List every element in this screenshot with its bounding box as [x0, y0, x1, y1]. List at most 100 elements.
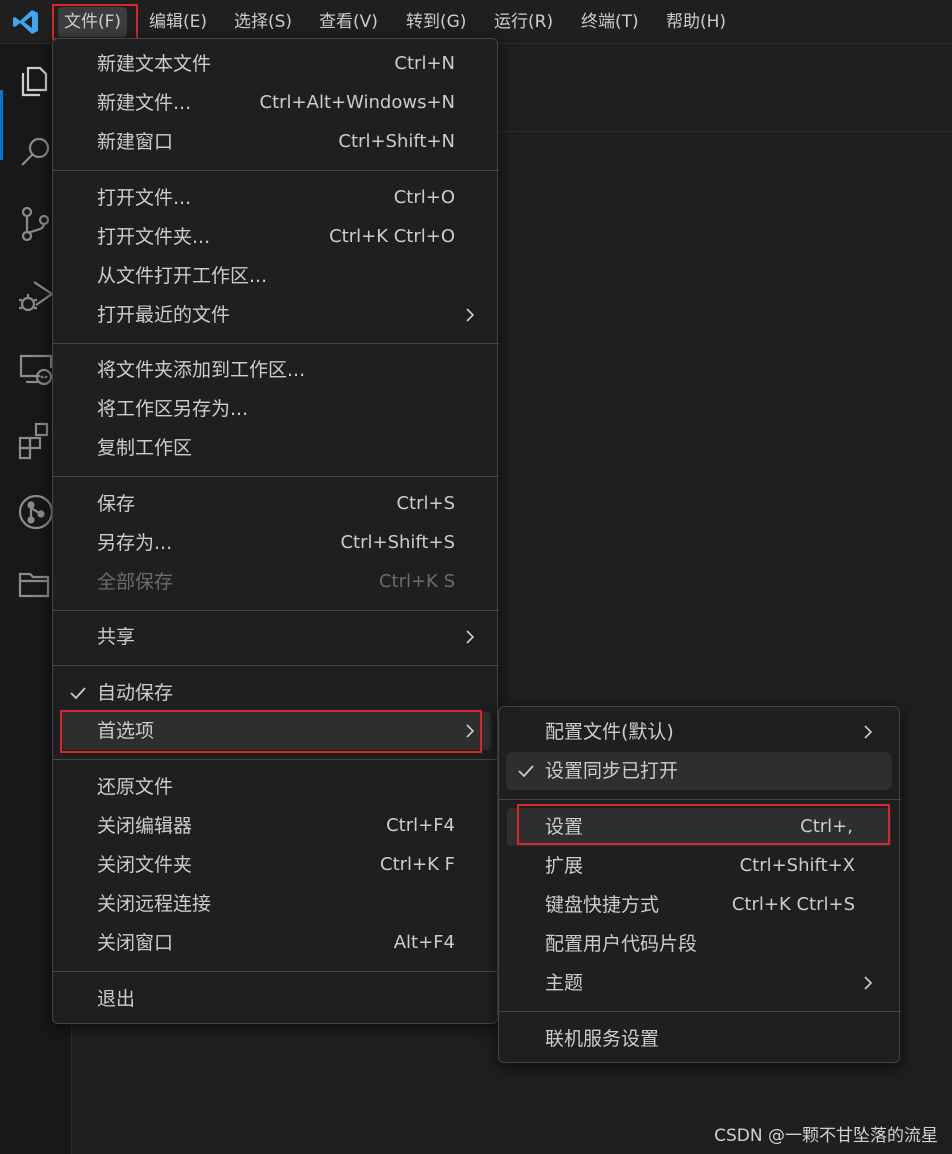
menu-item-open-workspace-from-file[interactable]: 从文件打开工作区...: [53, 257, 455, 295]
preferences-submenu: 配置文件(默认) 设置同步已打开 设置 Ctrl+, 扩展 Ctrl+Shift…: [498, 706, 901, 1063]
menu-item-label: 关闭编辑器: [97, 815, 193, 837]
chevron-right-icon: [466, 630, 475, 644]
watermark: CSDN @一颗不甘坠落的流星: [714, 1126, 938, 1146]
menu-item-label: 关闭窗口: [97, 932, 174, 954]
menu-item-label: 关闭文件夹: [97, 854, 193, 876]
vscode-logo-icon: [13, 10, 38, 34]
menu-item-theme[interactable]: 主题: [499, 964, 881, 1002]
chevron-right-icon: [466, 724, 475, 738]
shortcut: Ctrl+Shift+X: [739, 855, 855, 876]
menu-item-new-text-file[interactable]: 新建文本文件 Ctrl+N: [53, 45, 455, 83]
menu-item-settings[interactable]: 设置 Ctrl+,: [507, 808, 891, 846]
menu-item-keyboard-shortcuts[interactable]: 键盘快捷方式 Ctrl+K Ctrl+S: [499, 886, 855, 924]
menu-item-label: 自动保存: [97, 682, 174, 704]
menu-item-label: 设置同步已打开: [545, 760, 679, 782]
menu-item-save-as[interactable]: 另存为... Ctrl+Shift+S: [53, 524, 455, 562]
menu-item-open-folder[interactable]: 打开文件夹... Ctrl+K Ctrl+O: [53, 218, 455, 256]
menu-edit[interactable]: 编辑(E): [143, 7, 213, 37]
shortcut: Ctrl+,: [800, 816, 853, 837]
menu-item-label: 新建文本文件: [97, 53, 212, 75]
menu-item-label: 从文件打开工作区...: [97, 265, 268, 287]
menu-item-revert-file[interactable]: 还原文件: [53, 768, 455, 806]
menu-item-exit[interactable]: 退出: [53, 980, 455, 1018]
menu-item-label: 新建文件...: [97, 92, 192, 114]
file-menu: 新建文本文件 Ctrl+N 新建文件... Ctrl+Alt+Windows+N…: [52, 38, 499, 1024]
menu-item-label: 首选项: [97, 720, 155, 742]
menu-item-close-remote-connection[interactable]: 关闭远程连接: [53, 885, 455, 923]
menu-item-save-all: 全部保存 Ctrl+K S: [53, 563, 455, 601]
shortcut: Ctrl+Shift+N: [338, 131, 455, 152]
shortcut: Ctrl+K S: [378, 571, 455, 592]
active-indicator: [0, 90, 3, 160]
menu-item-label: 键盘快捷方式: [545, 894, 660, 916]
chevron-right-icon: [864, 725, 873, 739]
menu-item-extensions[interactable]: 扩展 Ctrl+Shift+X: [499, 847, 855, 885]
menu-help[interactable]: 帮助(H): [660, 7, 732, 37]
menu-item-duplicate-workspace[interactable]: 复制工作区: [53, 429, 455, 467]
menu-item-label: 配置文件(默认): [545, 721, 674, 743]
chevron-right-icon: [864, 976, 873, 990]
menu-item-label: 主题: [545, 972, 584, 994]
menu-item-label: 配置用户代码片段: [545, 933, 698, 955]
menu-item-label: 关闭远程连接: [97, 893, 212, 915]
separator: [53, 665, 499, 666]
menu-item-label: 复制工作区: [97, 437, 193, 459]
checkmark-icon: [518, 765, 534, 778]
menu-item-label: 全部保存: [97, 571, 174, 593]
menu-item-label: 将工作区另存为...: [97, 398, 249, 420]
menu-selection[interactable]: 选择(S): [228, 7, 298, 37]
menu-item-share[interactable]: 共享: [53, 618, 483, 656]
chevron-right-icon: [466, 308, 475, 322]
menu-item-profile-default[interactable]: 配置文件(默认): [499, 713, 881, 751]
shortcut: Ctrl+S: [396, 493, 455, 514]
menu-item-label: 打开文件夹...: [97, 226, 211, 248]
menu-item-auto-save[interactable]: 自动保存: [53, 674, 455, 712]
shortcut: Ctrl+F4: [386, 815, 455, 836]
menu-item-label: 退出: [97, 988, 136, 1010]
menu-item-label: 新建窗口: [97, 131, 174, 153]
shortcut: Ctrl+O: [393, 187, 455, 208]
menu-item-label: 打开文件...: [97, 187, 192, 209]
menu-item-label: 将文件夹添加到工作区...: [97, 359, 306, 381]
shortcut: Alt+F4: [393, 932, 455, 953]
menu-item-open-file[interactable]: 打开文件... Ctrl+O: [53, 179, 455, 217]
shortcut: Ctrl+N: [394, 53, 455, 74]
menu-item-configure-user-snippets[interactable]: 配置用户代码片段: [499, 925, 855, 963]
menu-item-save-workspace-as[interactable]: 将工作区另存为...: [53, 390, 455, 428]
menu-item-label: 联机服务设置: [545, 1028, 660, 1050]
menu-item-label: 共享: [97, 626, 136, 648]
menu-item-label: 打开最近的文件: [97, 304, 231, 326]
separator: [53, 759, 499, 760]
shortcut: Ctrl+Shift+S: [340, 532, 455, 553]
menu-item-close-window[interactable]: 关闭窗口 Alt+F4: [53, 924, 455, 962]
menu-item-label: 保存: [97, 493, 136, 515]
menu-item-close-folder[interactable]: 关闭文件夹 Ctrl+K F: [53, 846, 455, 884]
menu-terminal[interactable]: 终端(T): [575, 7, 645, 37]
menu-view[interactable]: 查看(V): [313, 7, 384, 37]
menu-item-label: 还原文件: [97, 776, 174, 798]
separator: [499, 1011, 901, 1012]
shortcut: Ctrl+K Ctrl+O: [329, 226, 455, 247]
menu-item-close-editor[interactable]: 关闭编辑器 Ctrl+F4: [53, 807, 455, 845]
checkmark-icon: [70, 687, 86, 700]
menu-item-open-recent[interactable]: 打开最近的文件: [53, 296, 483, 334]
menu-item-label: 另存为...: [97, 532, 173, 554]
menu-item-online-services-settings[interactable]: 联机服务设置: [499, 1020, 855, 1058]
menu-item-settings-sync-on[interactable]: 设置同步已打开: [506, 752, 892, 790]
shortcut: Ctrl+K F: [380, 854, 455, 875]
menu-item-new-file[interactable]: 新建文件... Ctrl+Alt+Windows+N: [53, 84, 455, 122]
menu-item-save[interactable]: 保存 Ctrl+S: [53, 485, 455, 523]
separator: [53, 170, 499, 171]
separator: [53, 610, 499, 611]
menu-run[interactable]: 运行(R): [488, 7, 559, 37]
separator: [53, 476, 499, 477]
menu-item-label: 扩展: [545, 855, 584, 877]
menu-file[interactable]: 文件(F): [58, 7, 128, 37]
shortcut: Ctrl+Alt+Windows+N: [259, 92, 455, 113]
menu-item-preferences[interactable]: 首选项: [61, 712, 491, 750]
menu-item-add-folder-to-workspace[interactable]: 将文件夹添加到工作区...: [53, 351, 455, 389]
menu-item-label: 设置: [545, 816, 584, 838]
menu-item-new-window[interactable]: 新建窗口 Ctrl+Shift+N: [53, 123, 455, 161]
separator: [499, 799, 901, 800]
menu-go[interactable]: 转到(G): [400, 7, 472, 37]
